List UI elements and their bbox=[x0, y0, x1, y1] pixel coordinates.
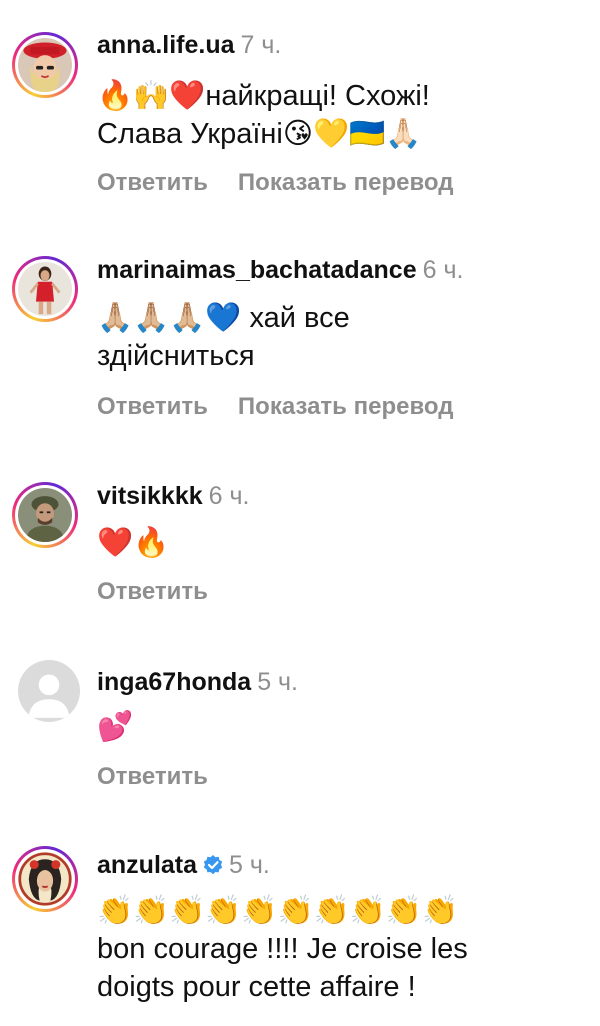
comment-header: vitsikkkk 6 ч. bbox=[97, 481, 249, 511]
comment-text: 👏👏👏👏👏👏👏👏👏👏 bon courage !!!! Je croise le… bbox=[97, 895, 468, 1003]
comment-actions: Ответить Показать перевод bbox=[97, 392, 453, 422]
soldier-icon bbox=[18, 488, 72, 542]
username[interactable]: inga67honda bbox=[97, 668, 251, 696]
avatar[interactable] bbox=[12, 482, 78, 548]
comment-header: inga67honda 5 ч. bbox=[97, 667, 298, 697]
comment-actions: Ответить Показать перевод bbox=[97, 168, 453, 198]
timestamp: 6 ч. bbox=[208, 482, 250, 510]
reply-button[interactable]: Ответить bbox=[97, 578, 208, 605]
avatar[interactable] bbox=[12, 846, 78, 912]
default-user-icon bbox=[18, 660, 80, 722]
comment-text: 🙏🏼🙏🏼🙏🏼💙 хай все здійсниться bbox=[97, 302, 350, 372]
verified-badge-icon bbox=[203, 855, 223, 875]
show-translation-button[interactable]: Показать перевод bbox=[238, 393, 454, 420]
woman-red-dress-icon bbox=[18, 262, 72, 316]
illustrated-woman-icon bbox=[18, 852, 72, 906]
comment-actions: Ответить bbox=[97, 762, 208, 792]
woman-red-hat-icon bbox=[18, 38, 72, 92]
reply-button[interactable]: Ответить bbox=[97, 393, 208, 420]
comment-text: ❤️🔥 bbox=[97, 527, 170, 559]
comment-header: anzulata 5 ч. bbox=[97, 850, 270, 880]
timestamp: 5 ч. bbox=[229, 851, 270, 879]
username[interactable]: vitsikkkk bbox=[97, 482, 203, 510]
username[interactable]: anzulata bbox=[97, 851, 197, 879]
username[interactable]: marinaimas_bachatadance bbox=[97, 256, 417, 284]
comment-header: anna.life.ua 7 ч. bbox=[97, 30, 281, 60]
avatar[interactable] bbox=[12, 32, 78, 98]
timestamp: 5 ч. bbox=[257, 668, 299, 696]
comment-text: 🔥🙌❤️найкращі! Схожі! Слава Україні😘💛🇺🇦🙏🏻 bbox=[97, 80, 430, 150]
comment-header: marinaimas_bachatadance 6 ч. bbox=[97, 255, 463, 285]
avatar[interactable] bbox=[12, 256, 78, 322]
username[interactable]: anna.life.ua bbox=[97, 31, 235, 59]
timestamp: 6 ч. bbox=[422, 256, 464, 284]
comment-text: 💕 bbox=[97, 711, 134, 743]
reply-button[interactable]: Ответить bbox=[97, 169, 208, 196]
show-translation-button[interactable]: Показать перевод bbox=[238, 169, 454, 196]
avatar[interactable] bbox=[18, 660, 80, 722]
timestamp: 7 ч. bbox=[240, 31, 282, 59]
reply-button[interactable]: Ответить bbox=[97, 763, 208, 790]
comment-actions: Ответить bbox=[97, 577, 208, 607]
